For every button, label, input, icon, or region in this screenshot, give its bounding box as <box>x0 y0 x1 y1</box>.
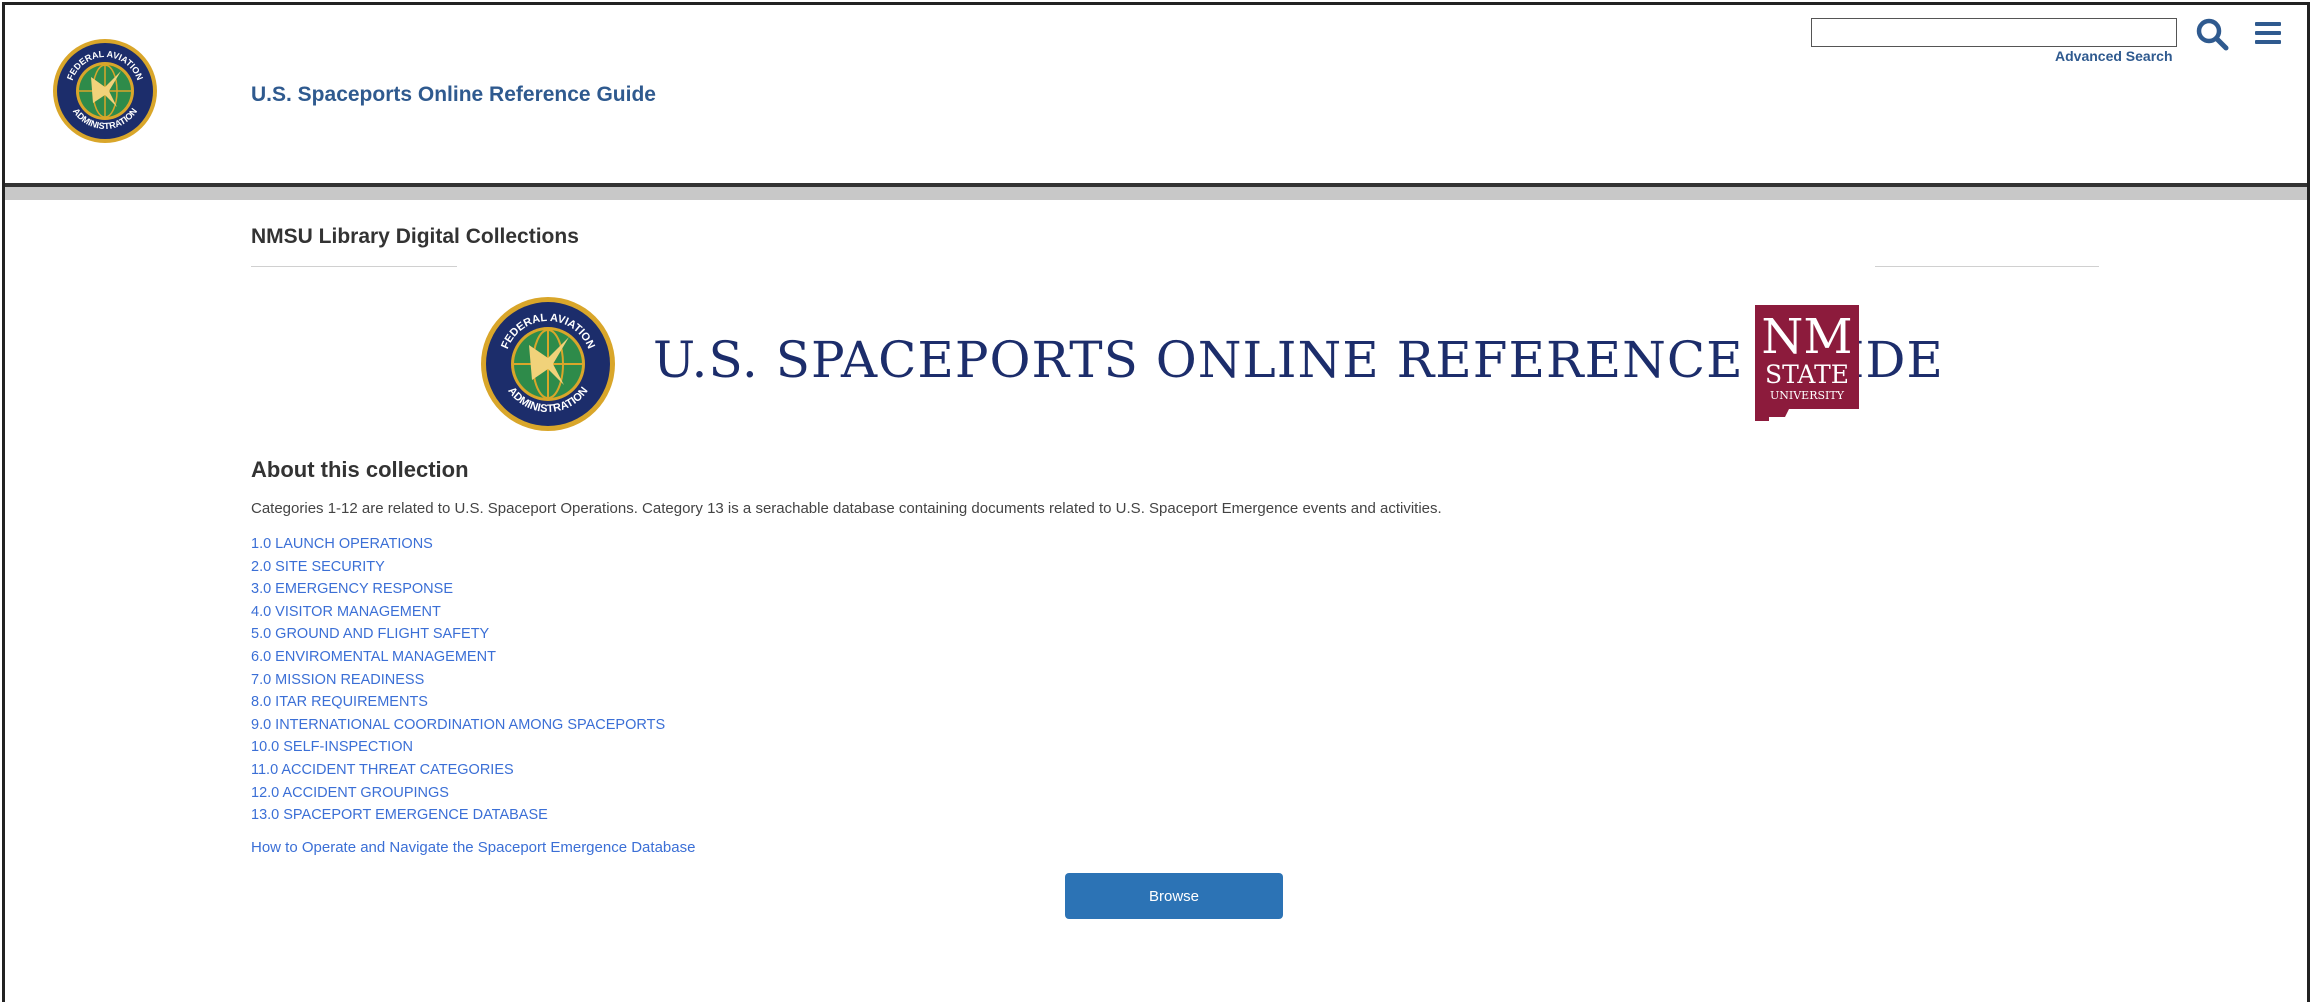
hamburger-menu-icon[interactable] <box>2253 19 2283 47</box>
svg-text:UNIVERSITY: UNIVERSITY <box>1770 389 1845 402</box>
category-link-1[interactable]: 1.0 LAUNCH OPERATIONS <box>251 536 433 552</box>
category-link-8[interactable]: 8.0 ITAR REQUIREMENTS <box>251 694 428 710</box>
category-item: 3.0 EMERGENCY RESPONSE <box>251 578 665 601</box>
faa-seal-image: FEDERAL AVIATION ADMINISTRATION <box>481 297 615 431</box>
category-link-12[interactable]: 12.0 ACCIDENT GROUPINGS <box>251 785 449 801</box>
category-link-5[interactable]: 5.0 GROUND AND FLIGHT SAFETY <box>251 626 489 642</box>
category-list: 1.0 LAUNCH OPERATIONS 2.0 SITE SECURITY … <box>251 533 665 827</box>
header-divider-bar <box>5 187 2307 200</box>
category-link-9[interactable]: 9.0 INTERNATIONAL COORDINATION AMONG SPA… <box>251 717 665 733</box>
category-link-11[interactable]: 11.0 ACCIDENT THREAT CATEGORIES <box>251 762 514 778</box>
page-frame: FEDERAL AVIATION ADMINISTRATION U.S. Spa… <box>2 2 2310 1002</box>
category-item: 6.0 ENVIROMENTAL MANAGEMENT <box>251 646 665 669</box>
category-link-4[interactable]: 4.0 VISITOR MANAGEMENT <box>251 604 441 620</box>
category-item: 5.0 GROUND AND FLIGHT SAFETY <box>251 623 665 646</box>
category-link-13[interactable]: 13.0 SPACEPORT EMERGENCE DATABASE <box>251 807 548 823</box>
svg-text:NM: NM <box>1761 309 1852 365</box>
collection-banner: FEDERAL AVIATION ADMINISTRATION U.S. SPA… <box>479 293 1943 435</box>
about-description: Categories 1-12 are related to U.S. Spac… <box>251 500 1442 517</box>
category-item: 4.0 VISITOR MANAGEMENT <box>251 601 665 624</box>
banner-title: U.S. SPACEPORTS ONLINE REFERENCE GUIDE <box>653 331 1944 389</box>
about-heading: About this collection <box>251 457 469 482</box>
category-link-2[interactable]: 2.0 SITE SECURITY <box>251 559 385 575</box>
search-icon[interactable] <box>2195 17 2229 51</box>
category-item: 12.0 ACCIDENT GROUPINGS <box>251 782 665 805</box>
divider-left <box>251 266 457 267</box>
search-input[interactable] <box>1811 18 2177 47</box>
category-item: 11.0 ACCIDENT THREAT CATEGORIES <box>251 759 665 782</box>
category-link-3[interactable]: 3.0 EMERGENCY RESPONSE <box>251 581 453 597</box>
howto-navigate-link[interactable]: How to Operate and Navigate the Spacepor… <box>251 839 695 856</box>
browse-button[interactable]: Browse <box>1065 873 1283 919</box>
category-item: 10.0 SELF-INSPECTION <box>251 736 665 759</box>
svg-text:STATE: STATE <box>1765 360 1849 389</box>
category-item: 7.0 MISSION READINESS <box>251 669 665 692</box>
site-header: FEDERAL AVIATION ADMINISTRATION U.S. Spa… <box>5 5 2307 183</box>
advanced-search-link[interactable]: Advanced Search <box>2055 48 2173 64</box>
category-item: 1.0 LAUNCH OPERATIONS <box>251 533 665 556</box>
nmsu-logo: NM STATE UNIVERSITY <box>1755 305 1859 421</box>
category-item: 8.0 ITAR REQUIREMENTS <box>251 691 665 714</box>
site-title[interactable]: U.S. Spaceports Online Reference Guide <box>251 83 656 107</box>
faa-seal-logo[interactable]: FEDERAL AVIATION ADMINISTRATION <box>51 37 159 145</box>
divider-right <box>1875 266 2099 267</box>
category-link-6[interactable]: 6.0 ENVIROMENTAL MANAGEMENT <box>251 649 496 665</box>
category-item: 13.0 SPACEPORT EMERGENCE DATABASE <box>251 804 665 827</box>
category-link-10[interactable]: 10.0 SELF-INSPECTION <box>251 739 413 755</box>
collection-title[interactable]: NMSU Library Digital Collections <box>251 225 579 249</box>
category-link-7[interactable]: 7.0 MISSION READINESS <box>251 672 424 688</box>
category-item: 9.0 INTERNATIONAL COORDINATION AMONG SPA… <box>251 714 665 737</box>
category-item: 2.0 SITE SECURITY <box>251 556 665 579</box>
